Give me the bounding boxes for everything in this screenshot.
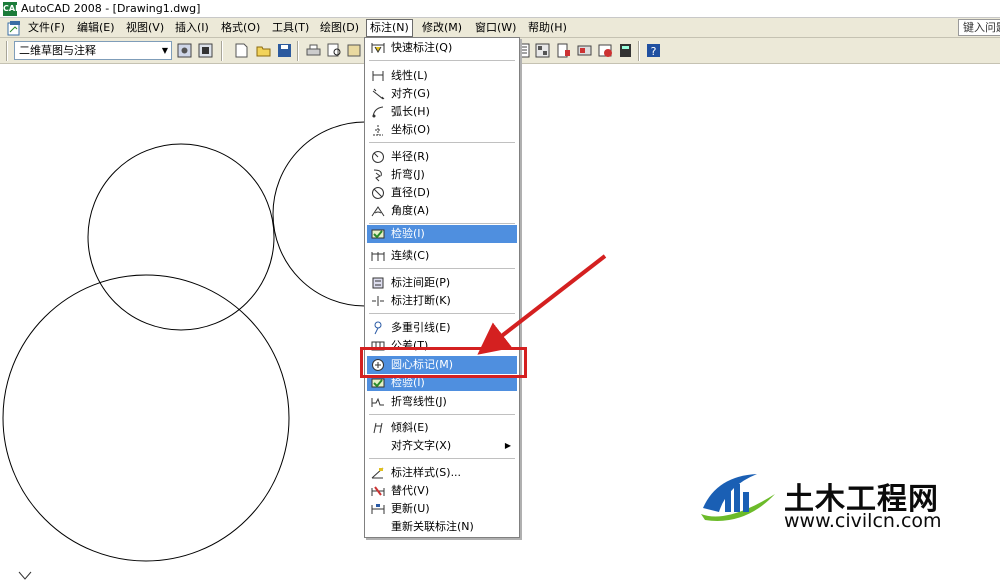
watermark-url: www.civilcn.com [784,510,942,532]
civilcn-logo-icon [701,474,775,521]
